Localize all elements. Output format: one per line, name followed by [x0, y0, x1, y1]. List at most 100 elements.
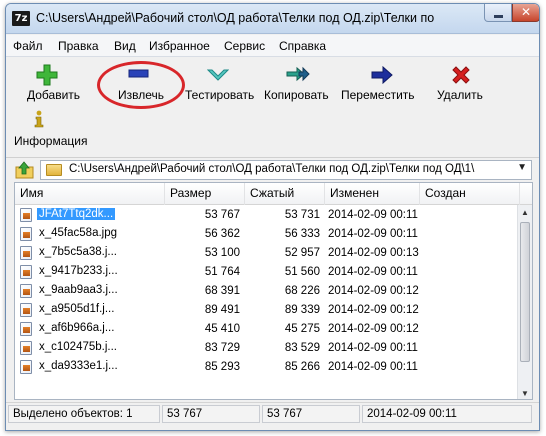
menu-bar: Файл Правка Вид Избранное Сервис Справка [6, 35, 539, 57]
table-row[interactable]: x_af6b966a.j... 45 410 45 275 2014-02-09… [15, 320, 515, 339]
file-name: x_9aab9aa3.j... [39, 284, 118, 296]
vertical-scrollbar[interactable]: ▲ ▼ [517, 205, 532, 399]
delete-button[interactable]: Удалить [431, 58, 491, 104]
table-row[interactable]: JFAt7Ttq2dk... 53 767 53 731 2014-02-09 … [15, 206, 515, 225]
window-title: C:\Users\Андрей\Рабочий стол\ОД работа\Т… [36, 11, 435, 25]
address-bar: C:\Users\Андрей\Рабочий стол\ОД работа\Т… [6, 158, 539, 182]
arrow-right-icon [371, 66, 393, 84]
add-button[interactable]: Добавить [16, 58, 80, 104]
info-button[interactable]: Информация [14, 108, 94, 152]
file-modified: 2014-02-09 00:11 [328, 342, 418, 354]
info-label: Информация [14, 134, 88, 148]
scroll-thumb[interactable] [520, 222, 530, 362]
file-modified: 2014-02-09 00:11 [328, 228, 418, 240]
menu-edit[interactable]: Правка [58, 39, 99, 53]
file-size: 45 410 [204, 323, 240, 335]
table-row[interactable]: x_7b5c5a38.j... 53 100 52 957 2014-02-09… [15, 244, 515, 263]
copy-label: Копировать [264, 88, 329, 102]
file-packed: 45 275 [284, 323, 320, 335]
column-header-name[interactable]: Имя [15, 183, 165, 205]
toolbar: Добавить Извлечь Тестировать Копировать [6, 58, 539, 158]
minimize-button[interactable] [484, 4, 512, 22]
file-packed: 68 226 [284, 285, 320, 297]
copy-arrows-icon [286, 66, 310, 82]
column-header-modified[interactable]: Изменен [325, 183, 420, 205]
add-label: Добавить [27, 88, 81, 102]
table-row[interactable]: x_45fac58a.jpg 56 362 56 333 2014-02-09 … [15, 225, 515, 244]
folder-icon [46, 164, 62, 176]
file-modified: 2014-02-09 00:11 [328, 209, 418, 221]
file-list[interactable]: Имя Размер Сжатый Изменен Создан JFAt7Tt… [14, 182, 533, 400]
file-packed: 51 560 [284, 266, 320, 278]
copy-button[interactable]: Копировать [261, 58, 336, 104]
path-input[interactable]: C:\Users\Андрей\Рабочий стол\ОД работа\Т… [40, 160, 532, 180]
table-row[interactable]: x_a9505d1f.j... 89 491 89 339 2014-02-09… [15, 301, 515, 320]
file-modified: 2014-02-09 00:11 [328, 361, 418, 373]
image-file-icon [20, 360, 32, 374]
file-modified: 2014-02-09 00:13 [328, 247, 419, 259]
file-modified: 2014-02-09 00:11 [328, 266, 418, 278]
test-button[interactable]: Тестировать [181, 58, 261, 104]
file-packed: 89 339 [284, 304, 320, 316]
file-size: 53 767 [204, 209, 240, 221]
scroll-down-arrow-icon[interactable]: ▼ [518, 386, 532, 399]
file-packed: 56 333 [284, 228, 320, 240]
table-row[interactable]: x_da9333e1.j... 85 293 85 266 2014-02-09… [15, 358, 515, 377]
status-modified: 2014-02-09 00:11 [362, 405, 532, 423]
menu-favorites[interactable]: Избранное [149, 39, 210, 53]
up-folder-button[interactable] [14, 160, 36, 180]
file-size: 68 391 [204, 285, 240, 297]
file-size: 53 100 [204, 247, 240, 259]
path-text: C:\Users\Андрей\Рабочий стол\ОД работа\Т… [69, 163, 475, 175]
plus-icon [36, 64, 58, 86]
file-packed: 83 529 [284, 342, 320, 354]
status-packed: 53 767 [262, 405, 360, 423]
file-packed: 53 731 [284, 209, 320, 221]
file-packed: 85 266 [284, 361, 320, 373]
column-header-size[interactable]: Размер [165, 183, 245, 205]
move-label: Переместить [341, 88, 415, 102]
menu-file[interactable]: Файл [13, 39, 43, 53]
table-row[interactable]: x_9aab9aa3.j... 68 391 68 226 2014-02-09… [15, 282, 515, 301]
file-size: 56 362 [204, 228, 240, 240]
delete-x-icon [452, 66, 470, 84]
menu-view[interactable]: Вид [114, 39, 136, 53]
file-name: x_c102475b.j... [39, 341, 118, 353]
image-file-icon [20, 246, 32, 260]
menu-tools[interactable]: Сервис [224, 39, 265, 53]
menu-help[interactable]: Справка [279, 39, 326, 53]
image-file-icon [20, 284, 32, 298]
list-header: Имя Размер Сжатый Изменен Создан [15, 183, 532, 205]
image-file-icon [20, 303, 32, 317]
file-name: x_a9505d1f.j... [39, 303, 115, 315]
image-file-icon [20, 322, 32, 336]
checkmark-icon [207, 69, 229, 81]
move-button[interactable]: Переместить [341, 58, 426, 104]
table-row[interactable]: x_9417b233.j... 51 764 51 560 2014-02-09… [15, 263, 515, 282]
file-size: 83 729 [204, 342, 240, 354]
minimize-icon [494, 15, 503, 18]
delete-label: Удалить [437, 88, 483, 102]
test-label: Тестировать [185, 88, 255, 102]
title-bar[interactable]: 7z C:\Users\Андрей\Рабочий стол\ОД работ… [6, 4, 539, 34]
column-header-packed[interactable]: Сжатый [245, 183, 325, 205]
highlight-circle-annotation [97, 61, 185, 109]
image-file-icon [20, 341, 32, 355]
table-row[interactable]: x_c102475b.j... 83 729 83 529 2014-02-09… [15, 339, 515, 358]
image-file-icon [20, 227, 32, 241]
file-name: x_7b5c5a38.j... [39, 246, 118, 258]
info-icon [34, 110, 44, 128]
file-size: 51 764 [204, 266, 240, 278]
app-window: 7z C:\Users\Андрей\Рабочий стол\ОД работ… [5, 3, 540, 431]
file-packed: 52 957 [284, 247, 320, 259]
scroll-up-arrow-icon[interactable]: ▲ [518, 205, 532, 220]
close-button[interactable]: ✕ [512, 4, 539, 22]
file-name: x_45fac58a.jpg [39, 227, 118, 239]
file-size: 89 491 [204, 304, 240, 316]
file-modified: 2014-02-09 00:12 [328, 323, 419, 335]
status-bar: Выделено объектов: 1 53 767 53 767 2014-… [6, 402, 539, 424]
chevron-down-icon[interactable]: ▼ [517, 162, 527, 173]
status-selected-count: Выделено объектов: 1 [8, 405, 160, 423]
image-file-icon [20, 208, 32, 222]
column-header-created[interactable]: Создан [420, 183, 520, 205]
